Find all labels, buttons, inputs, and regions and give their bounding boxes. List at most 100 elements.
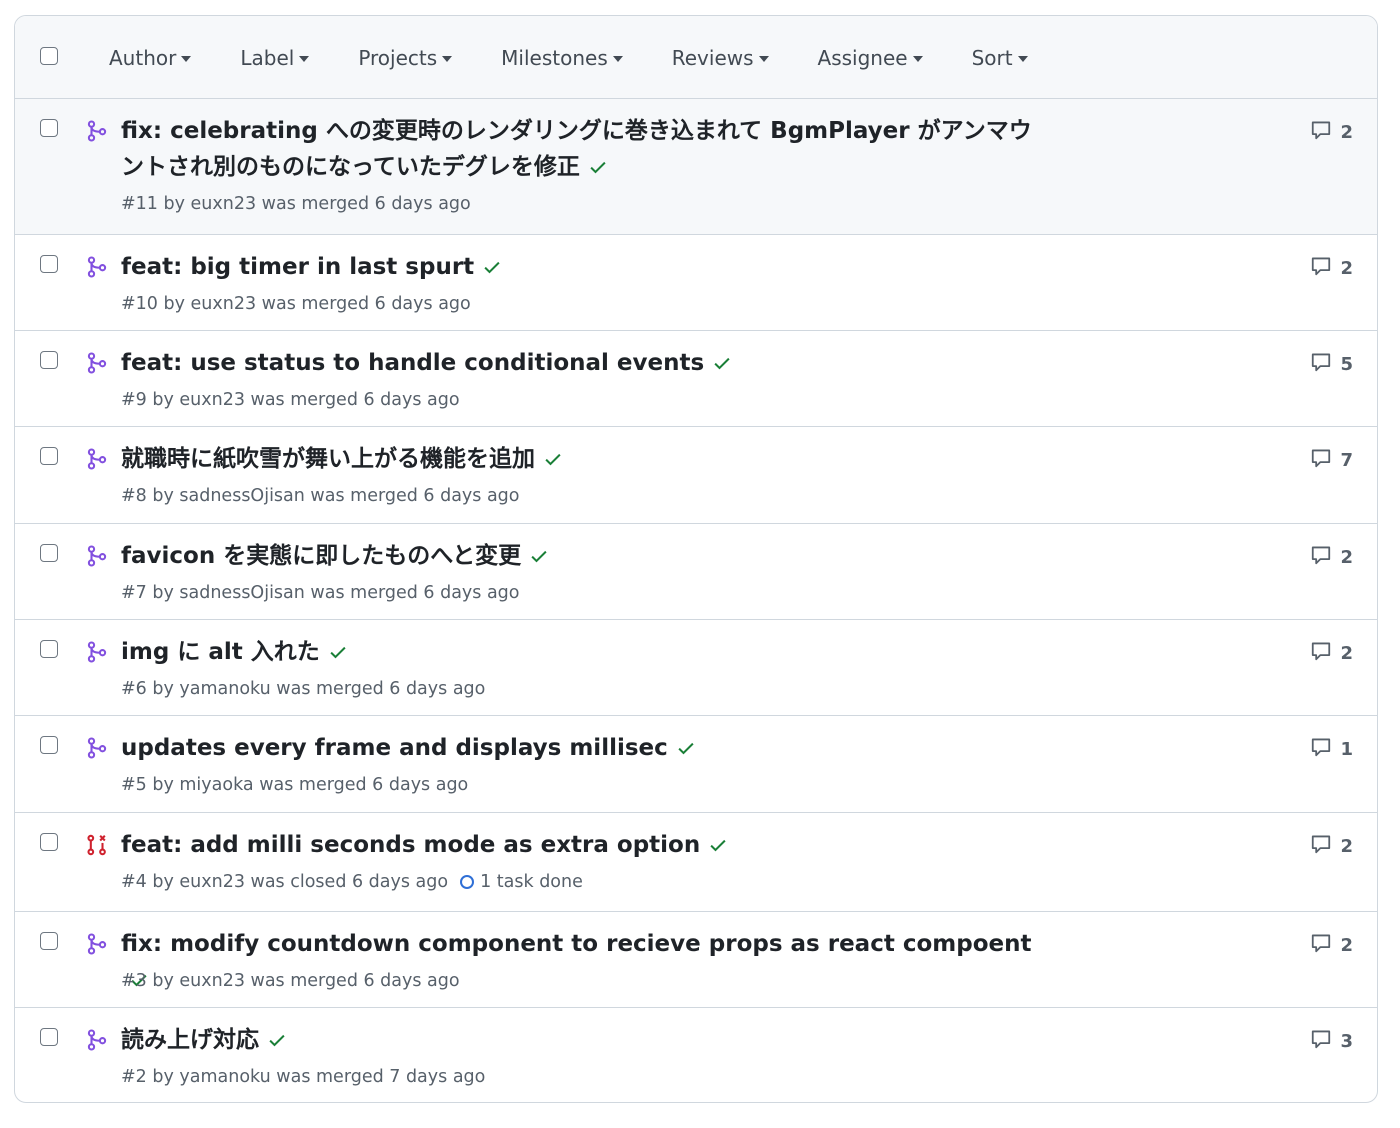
filter-sort[interactable]: Sort bbox=[972, 46, 1028, 70]
comment-count-text: 2 bbox=[1340, 643, 1353, 664]
comment-icon bbox=[1310, 447, 1340, 474]
row-checkbox[interactable] bbox=[40, 544, 58, 562]
pull-request-row: fix: celebrating への変更時のレンダリングに巻き込まれて Bgm… bbox=[15, 99, 1377, 235]
pull-request-row: 就職時に紙吹雪が舞い上がる機能を追加 #8 by sadnessOjisan wa… bbox=[15, 427, 1377, 524]
pull-request-rows: fix: celebrating への変更時のレンダリングに巻き込まれて Bgm… bbox=[15, 99, 1377, 1102]
merged-pr-icon bbox=[86, 352, 108, 374]
filter-label: Label bbox=[240, 46, 295, 70]
comment-icon bbox=[1310, 119, 1340, 146]
comment-count[interactable]: 5 bbox=[1310, 351, 1353, 378]
pull-request-title[interactable]: 就職時に紙吹雪が舞い上がる機能を追加 bbox=[121, 441, 1051, 477]
comment-count[interactable]: 1 bbox=[1310, 736, 1353, 763]
meta-text: #4 by euxn23 was closed 6 days ago bbox=[121, 872, 449, 892]
pull-request-title-text[interactable]: favicon を実態に即したものへと変更 bbox=[121, 543, 521, 569]
meta-text: #7 by sadnessOjisan was merged 6 days ag… bbox=[121, 583, 520, 603]
meta-text: #11 by euxn23 was merged 6 days ago bbox=[121, 194, 471, 214]
pull-request-meta: #3 by euxn23 was merged 6 days ago bbox=[121, 971, 460, 991]
select-all-checkbox[interactable] bbox=[40, 47, 58, 65]
checks-passed-icon[interactable] bbox=[543, 444, 563, 466]
meta-text: #3 by euxn23 was merged 6 days ago bbox=[121, 971, 460, 991]
pull-request-title[interactable]: feat: use status to handle conditional e… bbox=[121, 345, 1051, 381]
pull-request-meta: #6 by yamanoku was merged 6 days ago bbox=[121, 679, 485, 699]
row-checkbox[interactable] bbox=[40, 1028, 58, 1046]
pull-request-title-text[interactable]: updates every frame and displays millise… bbox=[121, 735, 668, 761]
pull-request-title-text[interactable]: fix: modify countdown component to recie… bbox=[121, 931, 1031, 957]
comment-count[interactable]: 7 bbox=[1310, 447, 1353, 474]
row-checkbox[interactable] bbox=[40, 736, 58, 754]
checks-passed-icon[interactable] bbox=[482, 252, 502, 274]
comment-count[interactable]: 2 bbox=[1310, 544, 1353, 571]
pull-request-meta: #9 by euxn23 was merged 6 days ago bbox=[121, 390, 460, 410]
comment-count[interactable]: 2 bbox=[1310, 833, 1353, 860]
comment-icon bbox=[1310, 351, 1340, 378]
filter-label: Reviews bbox=[671, 46, 754, 70]
pull-request-title-text[interactable]: fix: celebrating への変更時のレンダリングに巻き込まれて Bgm… bbox=[121, 118, 1032, 180]
checks-passed-icon[interactable] bbox=[712, 348, 732, 370]
row-checkbox[interactable] bbox=[40, 833, 58, 851]
comment-count-text: 5 bbox=[1340, 354, 1353, 375]
filter-author[interactable]: Author bbox=[109, 46, 192, 70]
filter-label: Assignee bbox=[817, 46, 908, 70]
row-checkbox[interactable] bbox=[40, 640, 58, 658]
comment-count[interactable]: 2 bbox=[1310, 932, 1353, 959]
pull-request-meta: #5 by miyaoka was merged 6 days ago bbox=[121, 775, 468, 795]
pull-request-title-text[interactable]: feat: add milli seconds mode as extra op… bbox=[121, 832, 700, 858]
checks-passed-icon[interactable] bbox=[529, 541, 549, 563]
comment-count[interactable]: 2 bbox=[1310, 255, 1353, 282]
filter-projects[interactable]: Projects bbox=[358, 46, 453, 70]
pull-request-title-text[interactable]: feat: use status to handle conditional e… bbox=[121, 350, 704, 376]
task-progress-text: 1 task done bbox=[480, 872, 583, 892]
checks-passed-icon[interactable] bbox=[676, 733, 696, 755]
pull-request-title[interactable]: updates every frame and displays millise… bbox=[121, 730, 1051, 766]
caret-down-icon bbox=[1017, 56, 1028, 62]
meta-text: #10 by euxn23 was merged 6 days ago bbox=[121, 294, 471, 314]
merged-pr-icon bbox=[86, 933, 108, 955]
meta-text: #6 by yamanoku was merged 6 days ago bbox=[121, 679, 486, 699]
task-progress[interactable]: 1 task done bbox=[460, 872, 583, 892]
pull-request-title-text[interactable]: 就職時に紙吹雪が舞い上がる機能を追加 bbox=[121, 446, 535, 472]
merged-pr-icon bbox=[86, 120, 108, 142]
row-checkbox[interactable] bbox=[40, 932, 58, 950]
checks-passed-icon[interactable] bbox=[708, 830, 728, 852]
pull-request-title[interactable]: img に alt 入れた bbox=[121, 634, 1051, 670]
pull-request-title[interactable]: feat: add milli seconds mode as extra op… bbox=[121, 827, 1051, 863]
meta-text: #2 by yamanoku was merged 7 days ago bbox=[121, 1067, 486, 1087]
comment-count[interactable]: 3 bbox=[1310, 1028, 1353, 1055]
pull-request-title[interactable]: 読み上げ対応 bbox=[121, 1022, 1051, 1058]
row-checkbox[interactable] bbox=[40, 119, 58, 137]
pull-request-row: favicon を実態に即したものへと変更 #7 by sadnessOjisan… bbox=[15, 524, 1377, 620]
pull-request-title-text[interactable]: 読み上げ対応 bbox=[121, 1027, 259, 1053]
task-progress-icon bbox=[460, 875, 475, 889]
row-checkbox[interactable] bbox=[40, 447, 58, 465]
checks-passed-icon[interactable] bbox=[588, 152, 608, 174]
row-checkbox[interactable] bbox=[40, 255, 58, 273]
pull-request-meta: #4 by euxn23 was closed 6 days ago 1 task… bbox=[121, 872, 583, 892]
meta-text: #5 by miyaoka was merged 6 days ago bbox=[121, 775, 469, 795]
closed-pr-icon bbox=[86, 834, 108, 856]
filter-reviews[interactable]: Reviews bbox=[672, 46, 769, 70]
filter-label: Author bbox=[109, 46, 177, 70]
comment-count[interactable]: 2 bbox=[1310, 119, 1353, 146]
comment-count[interactable]: 2 bbox=[1310, 640, 1353, 667]
pull-request-title[interactable]: favicon を実態に即したものへと変更 bbox=[121, 538, 1051, 574]
pull-request-row: feat: big timer in last spurt #10 by euxn… bbox=[15, 235, 1377, 331]
row-checkbox[interactable] bbox=[40, 351, 58, 369]
comment-icon bbox=[1310, 932, 1340, 959]
pull-request-title[interactable]: fix: celebrating への変更時のレンダリングに巻き込まれて Bgm… bbox=[121, 113, 1051, 185]
pull-request-meta: #7 by sadnessOjisan was merged 6 days ag… bbox=[121, 583, 520, 603]
comment-count-text: 2 bbox=[1340, 547, 1353, 568]
filter-label: Milestones bbox=[501, 46, 608, 70]
filter-milestones[interactable]: Milestones bbox=[501, 46, 623, 70]
pull-request-title-text[interactable]: img に alt 入れた bbox=[121, 639, 320, 665]
pull-request-row: feat: use status to handle conditional e… bbox=[15, 331, 1377, 427]
filter-label: Projects bbox=[358, 46, 438, 70]
filter-label[interactable]: Label bbox=[240, 46, 310, 70]
pull-request-meta: #2 by yamanoku was merged 7 days ago bbox=[121, 1067, 485, 1087]
pull-request-title-text[interactable]: feat: big timer in last spurt bbox=[121, 254, 474, 280]
comment-count-text: 3 bbox=[1340, 1031, 1353, 1052]
filter-assignee[interactable]: Assignee bbox=[818, 46, 923, 70]
pull-request-title[interactable]: feat: big timer in last spurt bbox=[121, 249, 1051, 285]
pull-request-row: updates every frame and displays millise… bbox=[15, 716, 1377, 813]
checks-passed-icon[interactable] bbox=[267, 1025, 287, 1047]
checks-passed-icon[interactable] bbox=[328, 637, 348, 659]
